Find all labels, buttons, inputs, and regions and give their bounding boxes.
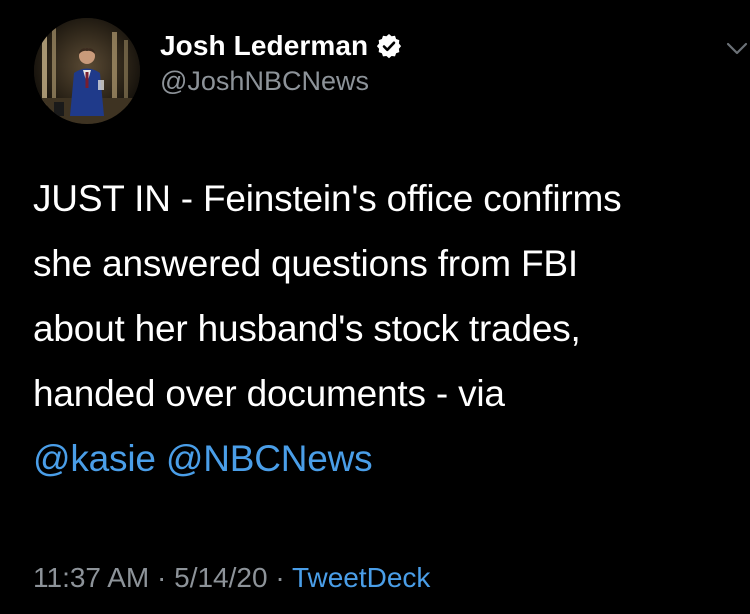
tweet-header: Josh Lederman @JoshNBCNews	[160, 28, 402, 97]
tweet-meta: 11:37 AM · 5/14/20 · TweetDeck	[33, 562, 430, 594]
tweet-body: JUST IN - Feinstein's office confirms sh…	[33, 166, 745, 491]
tweet-source-link[interactable]: TweetDeck	[292, 562, 431, 593]
author-handle[interactable]: @JoshNBCNews	[160, 66, 402, 97]
tweet-text-line: JUST IN - Feinstein's office confirms	[33, 178, 622, 219]
meta-separator: ·	[275, 562, 285, 593]
verified-badge-icon	[376, 33, 402, 59]
tweet-text-line: handed over documents - via	[33, 373, 505, 414]
avatar[interactable]	[34, 18, 140, 124]
tweet-time[interactable]: 11:37 AM	[33, 562, 149, 593]
profile-photo-icon	[34, 18, 140, 124]
tweet-text-line: she answered questions from FBI	[33, 243, 578, 284]
mention-link-nbcnews[interactable]: @NBCNews	[166, 438, 373, 479]
author-display-name[interactable]: Josh Lederman	[160, 30, 368, 62]
tweet-card: Josh Lederman @JoshNBCNews JUST IN - Fei…	[0, 0, 750, 614]
chevron-down-icon[interactable]	[726, 42, 748, 56]
mentions-line: @kasie @NBCNews	[33, 426, 745, 491]
name-row: Josh Lederman	[160, 28, 402, 64]
mention-link-kasie[interactable]: @kasie	[33, 438, 156, 479]
tweet-text-line: about her husband's stock trades,	[33, 308, 581, 349]
meta-separator: ·	[157, 562, 167, 593]
tweet-date[interactable]: 5/14/20	[174, 562, 267, 593]
